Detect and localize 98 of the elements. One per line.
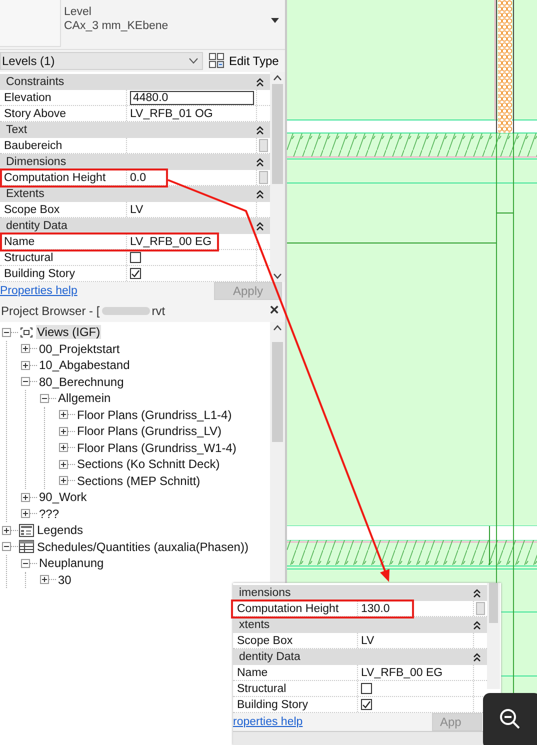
expand-icon[interactable] (59, 460, 68, 469)
collapse-icon[interactable] (21, 558, 30, 568)
zoom-out-icon (499, 708, 521, 730)
collapse-icon (473, 652, 481, 662)
expand-icon[interactable] (21, 360, 30, 370)
close-button[interactable]: × (270, 302, 279, 320)
property-label: Building Story (4, 268, 75, 280)
expand-icon[interactable] (21, 509, 30, 518)
collapse-icon[interactable] (40, 394, 49, 403)
property-label: Building Story (237, 698, 308, 710)
checkmark-icon (131, 269, 140, 278)
scrollbar[interactable] (487, 583, 500, 689)
scroll-thumb[interactable] (272, 342, 283, 442)
expand-icon[interactable] (59, 426, 68, 436)
property-value: 130.0 (361, 602, 390, 614)
type-name: CAx_3 mm_KEbene (64, 20, 170, 32)
section-header[interactable]: dentity Data (0, 218, 270, 234)
property-label: Structural (4, 252, 54, 264)
expand-icon[interactable] (59, 443, 68, 452)
tree-item[interactable]: Legends (36, 523, 84, 538)
panel-title: rvt (152, 304, 166, 318)
redaction-mark (102, 307, 150, 315)
scroll-thumb[interactable] (272, 84, 283, 184)
section-header[interactable]: xtents (233, 617, 487, 633)
scroll-thumb[interactable] (489, 583, 498, 623)
collapse-icon (473, 620, 481, 630)
type-category: Level (64, 6, 92, 18)
checkbox[interactable] (361, 699, 372, 710)
expand-icon[interactable] (21, 492, 30, 502)
property-label: Computation Height (4, 172, 106, 184)
tree-item[interactable]: Neuplanung (38, 556, 105, 570)
tree-item[interactable]: 10_Abgabestand (38, 358, 131, 372)
filter-dropdown[interactable]: Levels (1) (0, 52, 203, 70)
view-icon (19, 326, 34, 339)
property-label: Scope Box (237, 634, 293, 646)
tree-item[interactable]: 00_Projektstart (38, 342, 121, 356)
tree-item[interactable]: 80_Berechnung (38, 374, 125, 389)
expand-icon[interactable] (59, 410, 68, 420)
property-value: LV_RFB_01 OG (130, 108, 213, 120)
collapse-icon (256, 222, 264, 230)
tree-item[interactable]: ??? (38, 506, 60, 521)
collapse-icon (473, 588, 481, 598)
property-value: LV (361, 634, 374, 646)
tree-item[interactable]: Floor Plans (Grundriss_LV) (76, 424, 222, 438)
property-label: Scope Box (4, 204, 60, 216)
type-grid-icon (209, 53, 225, 69)
collapse-icon (256, 158, 264, 166)
edit-type-button[interactable]: Edit Type (207, 51, 281, 71)
property-value: 0.0 (130, 172, 146, 184)
tree-item[interactable]: Sections (Ko Schnitt Deck) (76, 457, 221, 472)
checkmark-icon (362, 700, 371, 709)
collapse-icon[interactable] (21, 377, 30, 386)
checkbox[interactable] (361, 683, 372, 694)
property-label: Name (237, 666, 268, 678)
collapse-icon[interactable] (2, 542, 11, 552)
section-header[interactable]: Constraints (0, 74, 270, 90)
property-value: LV_RFB_00 EG (361, 666, 443, 678)
panel-title: Project Browser - [ (1, 304, 100, 318)
tree-item[interactable]: Floor Plans (Grundriss_L1-4) (76, 408, 233, 422)
collapse-icon[interactable] (2, 328, 11, 337)
zoom-out-button[interactable] (483, 693, 537, 745)
help-link[interactable]: Properties help (0, 285, 78, 297)
section-header[interactable]: Dimensions (0, 154, 270, 170)
collapse-icon (256, 190, 264, 198)
dropdown-caret-icon[interactable] (271, 18, 279, 23)
tree-item[interactable]: Views (IGF) (36, 325, 102, 340)
property-label: Structural (237, 682, 286, 694)
expand-icon[interactable] (21, 344, 30, 354)
expand-icon[interactable] (2, 526, 11, 535)
legend-icon (19, 524, 34, 537)
tree-item[interactable]: Schedules/Quantities (auxalia(Phasen)) (36, 540, 250, 554)
section-header[interactable]: dentity Data (233, 649, 487, 665)
input-field[interactable]: 4480.0 (130, 90, 254, 104)
tree-item[interactable]: Sections (MEP Schnitt) (76, 474, 202, 488)
property-label: Computation Height (237, 602, 339, 614)
help-link[interactable]: roperties help (233, 716, 303, 728)
property-label: Story Above (4, 108, 66, 120)
property-label: Elevation (4, 92, 52, 104)
section-header[interactable]: imensions (233, 585, 487, 601)
tree-item[interactable]: 30 (57, 572, 72, 587)
property-label: Baubereich (4, 140, 62, 152)
collapse-icon (256, 78, 264, 86)
section-header[interactable]: Extents (0, 186, 270, 202)
scrollbar[interactable] (270, 72, 285, 282)
caret-icon (189, 58, 198, 64)
tree-item[interactable]: 90_Work (38, 490, 88, 504)
property-value: LV (130, 204, 144, 216)
tree-item[interactable]: Floor Plans (Grundriss_W1-4) (76, 440, 238, 455)
collapse-icon (256, 126, 264, 134)
table-icon (19, 540, 34, 554)
expand-icon[interactable] (40, 575, 49, 584)
tree-item[interactable]: Allgemein (57, 391, 112, 406)
checkbox[interactable] (130, 252, 141, 263)
section-header[interactable]: Text (0, 122, 270, 138)
property-label: Name (4, 236, 35, 248)
property-value: LV_RFB_00 EG (130, 236, 212, 248)
checkbox[interactable] (130, 268, 141, 279)
expand-icon[interactable] (59, 476, 68, 486)
